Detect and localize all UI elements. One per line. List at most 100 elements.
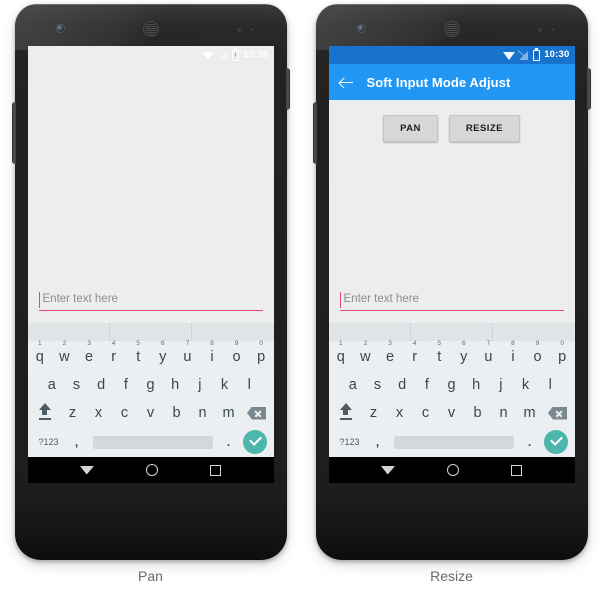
key-v[interactable]: v [138,406,164,421]
nav-back-triangle-icon[interactable] [381,466,395,475]
signal-off-icon [218,50,228,60]
key-y[interactable]: 6y [452,340,477,365]
key-w[interactable]: 2w [52,340,77,365]
key-num-3: 3 [87,339,91,347]
key-b[interactable]: b [164,406,190,421]
suggestion-cell[interactable] [411,323,494,341]
comma-key[interactable]: , [66,435,88,449]
key-s[interactable]: s [64,378,89,393]
key-g[interactable]: g [439,378,464,393]
key-h[interactable]: h [464,378,489,393]
key-f[interactable]: f [114,378,139,393]
text-input-resize[interactable]: Enter text here [339,292,564,311]
keyboard-row-4: ?123 , . [329,427,575,457]
key-r[interactable]: 4r [402,340,427,365]
key-j[interactable]: j [489,378,514,393]
key-q[interactable]: 1q [28,340,53,365]
key-m[interactable]: m [216,406,242,421]
key-d[interactable]: d [89,378,114,393]
nav-recents-square-icon[interactable] [511,464,523,476]
key-y[interactable]: 6y [151,340,176,365]
space-key[interactable] [92,435,213,449]
checkmark-icon[interactable] [240,430,270,454]
key-c[interactable]: c [112,406,138,421]
key-n[interactable]: n [190,406,216,421]
suggestion-strip[interactable] [27,323,274,341]
key-k[interactable]: k [513,378,538,393]
key-m[interactable]: m [517,406,543,421]
app-bar-title: Soft Input Mode Adjust [366,74,511,90]
key-z[interactable]: z [60,406,86,421]
key-r[interactable]: 4r [101,340,126,365]
key-j[interactable]: j [188,378,213,393]
checkmark-icon[interactable] [541,430,571,454]
nav-home-circle-icon[interactable] [145,464,158,476]
key-u[interactable]: 7u [175,340,200,365]
key-k[interactable]: k [212,378,237,393]
nav-recents-square-icon[interactable] [210,464,222,476]
comma-key[interactable]: , [367,435,389,449]
backspace-icon[interactable] [242,406,272,420]
pan-button[interactable]: PAN [383,115,438,142]
symbols-key[interactable]: ?123 [32,437,66,447]
battery-icon [533,47,541,61]
key-i[interactable]: 8i [501,340,526,365]
key-v[interactable]: v [439,406,465,421]
power-button[interactable] [285,68,290,110]
key-x[interactable]: x [86,406,112,421]
key-o[interactable]: 9o [525,340,550,365]
key-o[interactable]: 9o [224,340,249,365]
suggestion-cell[interactable] [329,323,411,341]
caption-resize: Resize [430,568,473,584]
key-w[interactable]: 2w [353,340,378,365]
suggestion-cell[interactable] [28,323,110,341]
suggestion-cell[interactable] [110,323,193,341]
period-key[interactable]: . [218,435,240,449]
key-d[interactable]: d [390,378,415,393]
key-u[interactable]: 7u [476,340,501,365]
content-area-resize: PAN RESIZE Enter text here [328,100,575,323]
text-input-pan[interactable]: Enter text here [38,292,263,311]
key-l[interactable]: l [538,378,563,393]
key-n[interactable]: n [491,406,517,421]
key-t[interactable]: 5t [427,340,452,365]
key-c[interactable]: c [413,406,439,421]
space-key[interactable] [393,435,514,449]
period-key[interactable]: . [519,435,541,449]
key-i[interactable]: 8i [200,340,225,365]
power-button[interactable] [586,68,591,110]
key-z[interactable]: z [361,406,387,421]
key-b[interactable]: b [465,406,491,421]
key-a[interactable]: a [39,378,64,393]
shift-icon[interactable] [331,402,361,424]
text-caret [339,292,342,308]
keyboard-row-3: z x c v b n m [28,399,274,427]
key-s[interactable]: s [365,378,390,393]
key-l[interactable]: l [237,378,262,393]
key-q[interactable]: 1q [329,340,354,365]
key-p[interactable]: 0p [550,340,575,365]
key-h[interactable]: h [163,378,188,393]
suggestion-strip[interactable] [328,323,575,341]
nav-home-circle-icon[interactable] [446,464,459,476]
key-a[interactable]: a [340,378,365,393]
key-e[interactable]: 3e [77,340,102,365]
key-x[interactable]: x [387,406,413,421]
key-p[interactable]: 0p [249,340,274,365]
suggestion-cell[interactable] [192,323,273,341]
navigation-bar-pan [27,457,274,483]
key-f[interactable]: f [415,378,440,393]
volume-button[interactable] [11,102,16,164]
nav-back-triangle-icon[interactable] [80,466,94,475]
backspace-icon[interactable] [543,406,573,420]
suggestion-cell[interactable] [493,323,574,341]
light-sensor-icon [551,28,555,31]
key-t[interactable]: 5t [126,340,151,365]
volume-button[interactable] [312,102,317,164]
back-arrow-icon[interactable] [339,75,354,90]
resize-button[interactable]: RESIZE [448,115,520,142]
shift-icon[interactable] [30,402,60,424]
symbols-key[interactable]: ?123 [333,437,367,447]
key-e[interactable]: 3e [378,340,403,365]
key-g[interactable]: g [138,378,163,393]
